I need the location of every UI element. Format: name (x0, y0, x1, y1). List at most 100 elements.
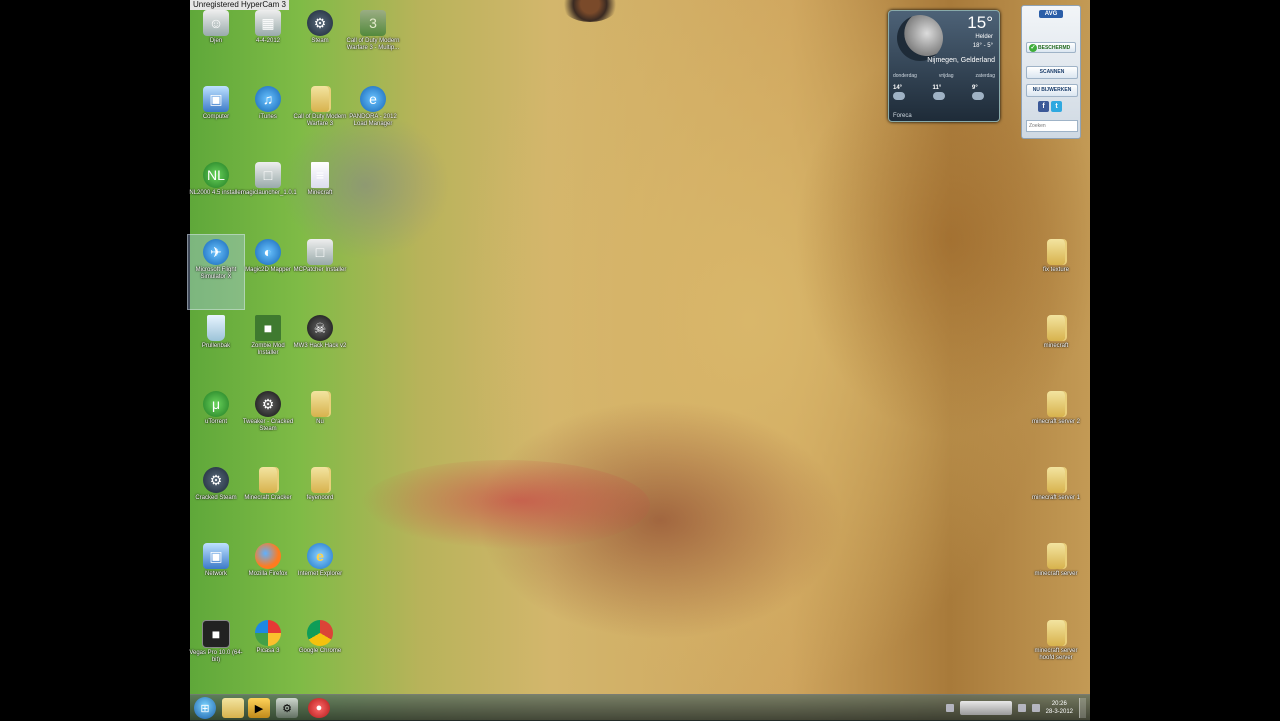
start-button[interactable]: ⊞ (194, 697, 216, 719)
desktop-folder-fix-texture[interactable]: fix texture (1028, 235, 1084, 309)
nl2000-icon: NL (203, 162, 229, 188)
desktop-icon-firefox[interactable]: Mozilla Firefox (240, 539, 296, 613)
steam-icon: ⚙ (307, 10, 333, 36)
desktop-icon-label: Magic2D Mapper (245, 267, 291, 273)
4-4-2012-icon: ▦ (255, 10, 281, 36)
mw3-hack-icon: ☠ (307, 315, 333, 341)
desktop-icon-label: Prullenbak (201, 343, 231, 349)
avg-status: ✓ BESCHERMD (1026, 42, 1076, 53)
desktop-icon-label: Minecraft (307, 190, 333, 196)
desktop-icon-minecraft[interactable]: ≡ Minecraft (292, 158, 348, 232)
desktop-icon-label: Network (204, 571, 227, 577)
desktop-icon-minecraft-cracker[interactable]: Minecraft Cracker (240, 463, 296, 537)
desktop-icon-cracked-steam[interactable]: ⚙ Cracked Steam (188, 463, 244, 537)
avg-update-button[interactable]: NU BIJWERKEN (1026, 84, 1078, 97)
desktop-icon-cod-mw3[interactable]: Call of Duty Modern Warfare 3 (292, 82, 348, 156)
weather-forecast: 14° 11° 9° (893, 85, 995, 100)
show-desktop-button[interactable] (1079, 698, 1086, 718)
weather-high-low: 18° - 5° (972, 43, 993, 49)
desktop-icon-label: NL2000 4.5 installer (189, 190, 243, 196)
weather-day: donderdag (893, 73, 917, 79)
folder-icon (1047, 391, 1065, 417)
weather-day: vrijdag (938, 73, 954, 79)
desktop-folder-minecraft-server-2[interactable]: minecraft server 2 (1028, 387, 1084, 461)
wallpaper-dog-tongue (360, 460, 650, 550)
utorrent-icon: μ (203, 391, 229, 417)
desktop-icon-label: uTorrent (204, 419, 227, 425)
explorer-taskbar-icon[interactable] (222, 698, 244, 718)
desktop-icon-4-4-2012[interactable]: ▦ 4-4-2012 (240, 6, 296, 80)
media-player-taskbar-icon[interactable]: ▶ (248, 698, 270, 718)
facebook-icon[interactable]: f (1038, 101, 1049, 112)
cloud-icon (893, 92, 905, 100)
chrome-icon (307, 620, 333, 646)
desktop-icon-mw3-hack[interactable]: ☠ MW3 Hack Hack v2 (292, 311, 348, 385)
desktop-icon-vegas-pro[interactable]: ■ Vegas Pro 10.0 (64-bit) (188, 616, 244, 690)
desktop-icon-label: 4-4-2012 (255, 38, 281, 44)
desktop-icon-label: minecraft (1043, 343, 1069, 349)
language-bar[interactable] (959, 701, 1012, 715)
desktop-icon-label: PANDORA - 2012 Load Manager (349, 114, 397, 127)
desktop-icon-feyenoord[interactable]: feyenoord (292, 463, 348, 537)
desktop-icon-label: minecraft server (1034, 571, 1078, 577)
network-icon[interactable] (1017, 704, 1026, 712)
desktop-icon-magic2d[interactable]: ◐ Magic2D Mapper (240, 235, 296, 309)
desktop-icon-label: minecraft server 2 (1031, 419, 1080, 425)
tray-arrow-icon[interactable] (945, 704, 954, 712)
desktop-icon-label: iTunes (259, 114, 277, 120)
desktop-icon-recycle-bin[interactable]: Prullenbak (188, 311, 244, 385)
mcpatcher-icon: □ (307, 239, 333, 265)
cloud-icon (972, 92, 984, 100)
itunes-icon: ♫ (255, 86, 281, 112)
twitter-icon[interactable]: t (1051, 101, 1062, 112)
desktop-icon-mcpatcher[interactable]: □ MCPatcher Installer (292, 235, 348, 309)
djen-icon: ☺ (203, 10, 229, 36)
desktop-icon-tweaker[interactable]: ⚙ Tweaker - Cracked Steam (240, 387, 296, 461)
avg-search-input[interactable]: Zoeken (1026, 120, 1078, 132)
desktop-icon-pandora[interactable]: e PANDORA - 2012 Load Manager (345, 82, 401, 156)
desktop-icon-internet-explorer[interactable]: e Internet Explorer (292, 539, 348, 613)
volume-icon[interactable] (1031, 704, 1040, 712)
picasa-icon (255, 620, 281, 646)
firefox-icon (255, 543, 281, 569)
desktop-icon-utorrent[interactable]: μ uTorrent (188, 387, 244, 461)
desktop-folder-minecraft-server-hoofd[interactable]: minecraft server hoofd server (1028, 616, 1084, 690)
desktop-icon-djen[interactable]: ☺ Djen (188, 6, 244, 80)
desktop-icon-flight-simulator[interactable]: ✈ Microsoft Flight Simulator X (187, 234, 245, 310)
desktop-icon-steam[interactable]: ⚙ Steam (292, 6, 348, 80)
desktop-folder-minecraft[interactable]: minecraft (1028, 311, 1084, 385)
desktop-icon-folder-nu[interactable]: Nu (292, 387, 348, 461)
forecast-item: 11° (932, 85, 956, 100)
record-taskbar-icon[interactable]: ● (308, 698, 330, 718)
minecraft-cracker-icon (259, 467, 277, 493)
desktop-icon-magiclauncher[interactable]: □ magiclauncher_1.0.1 (240, 158, 297, 232)
app-taskbar-icon[interactable]: ⚙ (276, 698, 298, 718)
minecraft-icon: ≡ (311, 162, 329, 188)
weather-days: donderdag vrijdag zaterdag (893, 73, 995, 79)
feyenoord-icon (311, 467, 329, 493)
weather-condition: Helder (975, 34, 993, 40)
desktop-folder-minecraft-server[interactable]: minecraft server (1028, 539, 1084, 613)
desktop-icon-network[interactable]: ▣ Network (188, 539, 244, 613)
folder-nu-icon (311, 391, 329, 417)
desktop-icon-zombie-mod[interactable]: ■ Zombie Mod Installer (240, 311, 296, 385)
avg-gadget[interactable]: AVG ✓ BESCHERMD SCANNEN NU BIJWERKEN f t… (1021, 5, 1081, 139)
desktop-icon-chrome[interactable]: Google Chrome (292, 616, 348, 690)
avg-logo: AVG (1022, 10, 1080, 18)
weather-location: Nijmegen, Gelderland (927, 57, 995, 64)
desktop-icon-picasa[interactable]: Picasa 3 (240, 616, 296, 690)
desktop-icon-label: Minecraft Cracker (244, 495, 292, 501)
flight-simulator-icon: ✈ (203, 239, 229, 265)
desktop-icon-cod-mw3-multiplayer[interactable]: 3 Call of Duty Modern Warfare 3 - Multip.… (345, 6, 401, 80)
desktop-icon-label: Nu (316, 419, 324, 425)
desktop-icon-label: Mozilla Firefox (248, 571, 288, 577)
desktop-icon-computer[interactable]: ▣ Computer (188, 82, 244, 156)
folder-icon (1047, 467, 1065, 493)
desktop-icon-itunes[interactable]: ♫ iTunes (240, 82, 296, 156)
avg-scan-button[interactable]: SCANNEN (1026, 66, 1078, 79)
desktop-icon-nl2000[interactable]: NL NL2000 4.5 installer (188, 158, 244, 232)
clock[interactable]: 20:26 28-3-2012 (1046, 700, 1073, 716)
weather-gadget[interactable]: 15° Helder 18° - 5° Nijmegen, Gelderland… (888, 10, 1000, 122)
desktop-folder-minecraft-server-1[interactable]: minecraft server 1 (1028, 463, 1084, 537)
network-icon: ▣ (203, 543, 229, 569)
